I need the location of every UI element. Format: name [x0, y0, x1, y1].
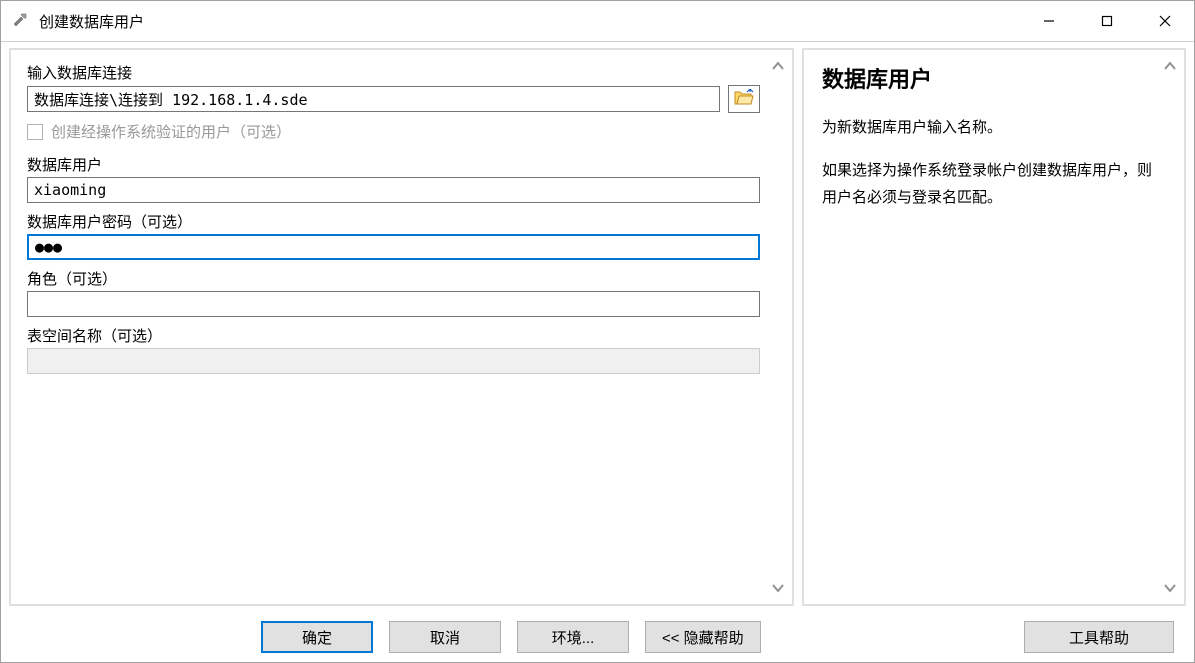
window-title: 创建数据库用户 [39, 11, 1020, 32]
hide-help-button[interactable]: << 隐藏帮助 [645, 621, 761, 653]
maximize-button[interactable] [1078, 1, 1136, 41]
os-auth-checkbox[interactable] [27, 124, 43, 140]
help-text-2: 如果选择为操作系统登录帐户创建数据库用户，则用户名必须与登录名匹配。 [822, 157, 1166, 211]
folder-icon [734, 89, 754, 110]
ok-button[interactable]: 确定 [261, 621, 373, 653]
connection-label: 输入数据库连接 [27, 62, 760, 83]
user-label: 数据库用户 [27, 154, 760, 175]
os-auth-label: 创建经操作系统验证的用户（可选） [51, 121, 291, 142]
titlebar: 创建数据库用户 [1, 1, 1194, 41]
close-button[interactable] [1136, 1, 1194, 41]
scroll-up-icon[interactable] [768, 56, 788, 76]
user-input[interactable] [27, 177, 760, 203]
environments-button[interactable]: 环境... [517, 621, 629, 653]
help-title: 数据库用户 [822, 62, 1166, 94]
hammer-icon [11, 11, 31, 31]
help-scroll-down-icon[interactable] [1160, 578, 1180, 598]
role-input[interactable] [27, 291, 760, 317]
scroll-down-icon[interactable] [768, 578, 788, 598]
password-input[interactable] [27, 234, 760, 260]
connection-input[interactable] [27, 86, 720, 112]
cancel-button[interactable]: 取消 [389, 621, 501, 653]
password-label: 数据库用户密码（可选） [27, 211, 760, 232]
help-panel: 数据库用户 为新数据库用户输入名称。 如果选择为操作系统登录帐户创建数据库用户，… [802, 48, 1186, 606]
button-bar: 确定 取消 环境... << 隐藏帮助 工具帮助 [1, 612, 1194, 662]
form-panel: 输入数据库连接 [9, 48, 794, 606]
tablespace-input [27, 348, 760, 374]
role-label: 角色（可选） [27, 268, 760, 289]
minimize-button[interactable] [1020, 1, 1078, 41]
tool-help-button[interactable]: 工具帮助 [1024, 621, 1174, 653]
tablespace-label: 表空间名称（可选） [27, 325, 760, 346]
browse-button[interactable] [728, 85, 760, 113]
help-text-1: 为新数据库用户输入名称。 [822, 114, 1166, 141]
help-scroll-up-icon[interactable] [1160, 56, 1180, 76]
